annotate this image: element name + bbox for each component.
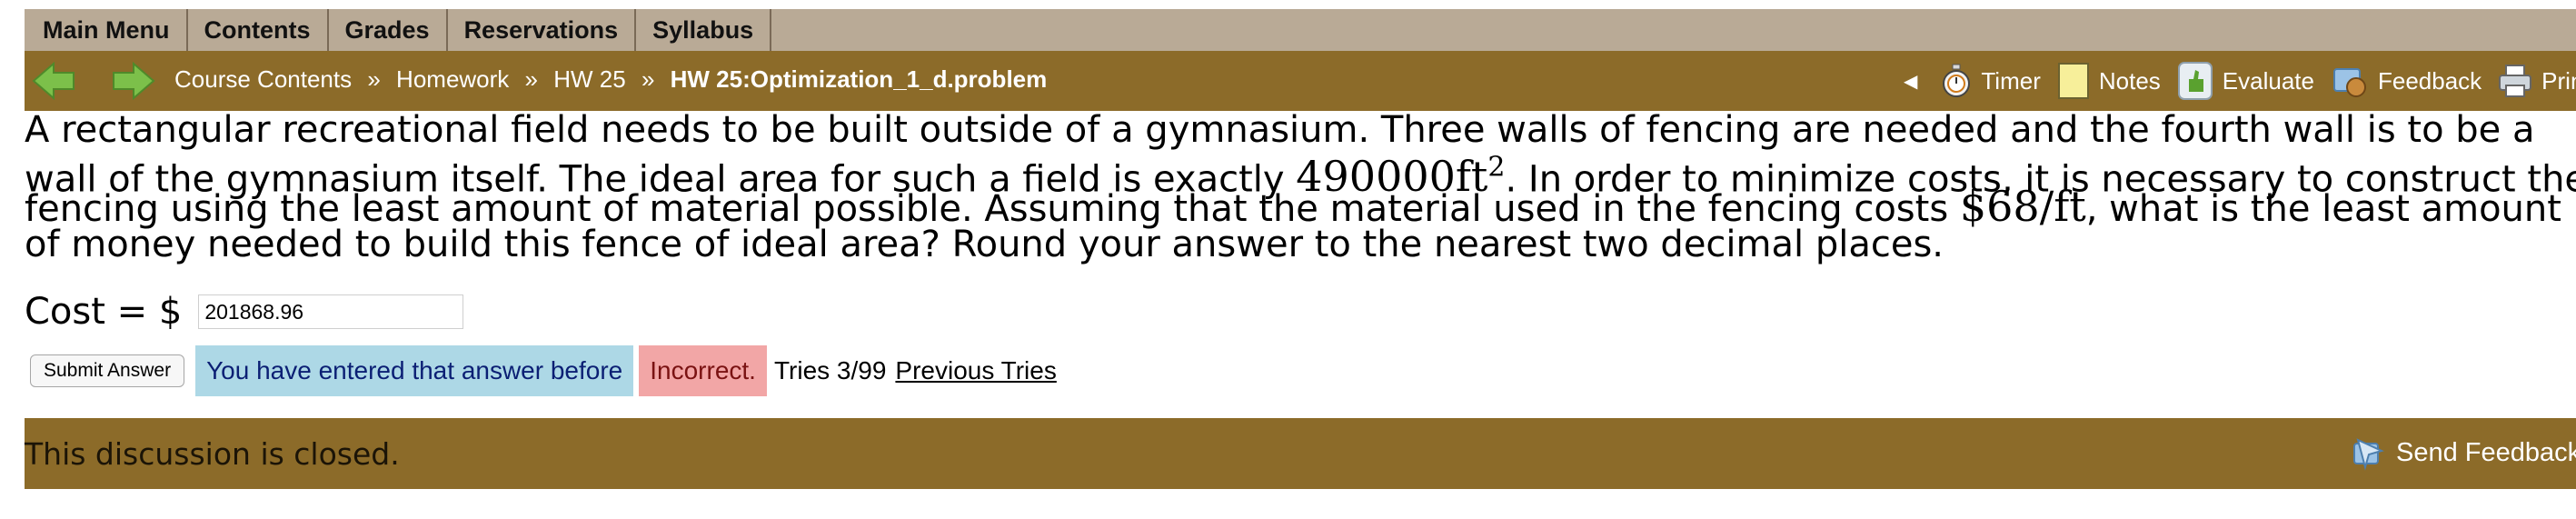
breadcrumb-separator: » <box>524 65 538 93</box>
breadcrumb-course-contents[interactable]: Course Contents <box>174 65 352 93</box>
cost-label: Cost = $ <box>25 291 183 333</box>
breadcrumb-hw25[interactable]: HW 25 <box>553 65 625 93</box>
discussion-closed-message: This discussion is closed. <box>25 435 400 472</box>
area-exponent: 2 <box>1487 152 1506 184</box>
timer-button[interactable]: Timer <box>1941 64 2041 98</box>
evaluate-icon <box>2177 62 2213 100</box>
menu-item-contents[interactable]: Contents <box>188 9 329 51</box>
problem-line-3-tail: , what is the least amount <box>2085 188 2561 230</box>
breadcrumb: Course Contents » Homework » HW 25 » HW … <box>174 65 1047 94</box>
previous-tries-link[interactable]: Previous Tries <box>895 356 1056 385</box>
notes-icon <box>2057 63 2089 99</box>
back-arrow-icon[interactable] <box>32 62 77 100</box>
send-feedback-button[interactable]: Send Feedback <box>2349 434 2576 471</box>
problem-text: A rectangular recreational field needs t… <box>25 111 2576 264</box>
notes-button[interactable]: Notes <box>2057 62 2161 100</box>
tries-count: Tries 3/99 <box>773 356 887 384</box>
breadcrumb-current: HW 25:Optimization_1_d.problem <box>670 65 1048 93</box>
menu-item-grades[interactable]: Grades <box>329 9 448 51</box>
problem-line-3: fencing using the least amount of materi… <box>25 185 2576 228</box>
navigation-bar: Course Contents » Homework » HW 25 » HW … <box>25 51 2576 111</box>
problem-line-2: wall of the gymnasium itself. The ideal … <box>25 149 2576 198</box>
main-menu-bar: Main Menu Contents Grades Reservations S… <box>25 9 2576 51</box>
breadcrumb-separator: » <box>367 65 381 93</box>
feedback-icon <box>2332 68 2366 97</box>
answer-input[interactable]: 201868.96 <box>198 294 464 329</box>
forward-arrow-icon[interactable] <box>110 62 155 100</box>
breadcrumb-homework[interactable]: Homework <box>396 65 509 93</box>
problem-line-1: A rectangular recreational field needs t… <box>25 109 2535 151</box>
toolbar: ◀ Timer Notes Evaluate Feedback Pri <box>1904 58 2576 104</box>
feedback-label: Feedback <box>2377 66 2482 95</box>
print-button[interactable]: Print <box>2498 64 2576 98</box>
status-row: Submit Answer You have entered that answ… <box>25 345 1057 396</box>
submit-answer-button[interactable]: Submit Answer <box>30 354 185 387</box>
timer-label: Timer <box>1981 66 2041 95</box>
feedback-button[interactable]: Feedback <box>2331 62 2482 100</box>
previous-answer-notice: You have entered that answer before <box>195 345 634 396</box>
printer-icon <box>2499 65 2532 97</box>
answer-row: Cost = $ 201868.96 <box>25 291 464 333</box>
discussion-bar: This discussion is closed. Send Feedback <box>25 418 2576 489</box>
menu-item-main-menu[interactable]: Main Menu <box>25 9 188 51</box>
print-label: Print <box>2541 66 2576 95</box>
problem-line-4: of money needed to build this fence of i… <box>25 224 1944 265</box>
send-feedback-label: Send Feedback <box>2396 437 2576 467</box>
stopwatch-icon <box>1943 64 1971 97</box>
cost-rate: $68/ft <box>1959 182 2086 231</box>
notes-label: Notes <box>2098 66 2161 95</box>
evaluate-label: Evaluate <box>2222 66 2314 95</box>
collapse-triangle-icon[interactable]: ◀ <box>1904 70 1917 93</box>
send-feedback-icon <box>2353 438 2384 471</box>
breadcrumb-separator: » <box>641 65 655 93</box>
menu-item-reservations[interactable]: Reservations <box>448 9 637 51</box>
evaluate-button[interactable]: Evaluate <box>2177 61 2314 101</box>
incorrect-badge: Incorrect. <box>639 345 767 396</box>
menu-item-syllabus[interactable]: Syllabus <box>636 9 772 51</box>
